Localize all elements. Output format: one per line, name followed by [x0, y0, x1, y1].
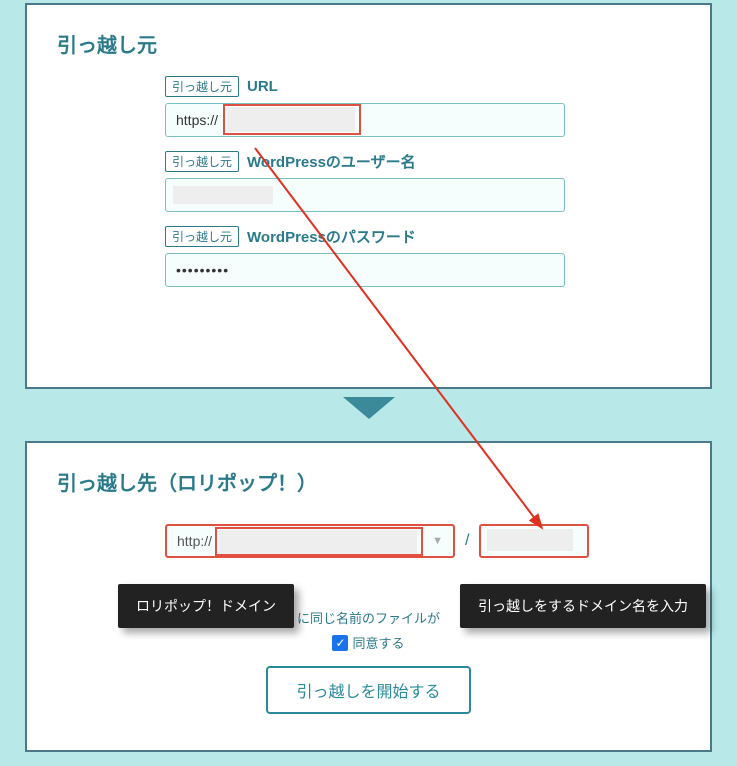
- start-migration-button[interactable]: 引っ越しを開始する: [266, 666, 470, 714]
- source-panel: 引っ越し元 引っ越し元 URL 引っ越し元 WordPressのユーザー名 引っ…: [25, 3, 712, 389]
- source-user-field: 引っ越し元 WordPressのユーザー名: [165, 151, 680, 212]
- dest-domain-value: http://: [177, 533, 212, 549]
- source-user-label: WordPressのユーザー名: [247, 151, 416, 172]
- source-url-field: 引っ越し元 URL: [165, 76, 680, 137]
- source-tag-2: 引っ越し元: [165, 151, 239, 172]
- flow-arrow: [3, 397, 734, 429]
- source-tag: 引っ越し元: [165, 76, 239, 97]
- chevron-down-icon: [343, 397, 395, 419]
- caret-down-icon: ▼: [432, 535, 443, 547]
- redaction-domain: [219, 530, 417, 554]
- source-tag-3: 引っ越し元: [165, 226, 239, 247]
- source-url-label: URL: [247, 78, 278, 95]
- source-pass-label: WordPressのパスワード: [247, 226, 416, 247]
- callout-subdir: 引っ越しをするドメイン名を入力: [460, 584, 706, 628]
- dest-domain-row: http:// ▼ /: [165, 524, 680, 558]
- consent-partial-text: に同じ名前のファイルが: [297, 608, 440, 627]
- source-title: 引っ越し元: [57, 29, 680, 58]
- redaction-user: [173, 186, 273, 204]
- dest-title: 引っ越し先（ロリポップ！）: [57, 467, 680, 496]
- consent-label: 同意する: [352, 633, 404, 652]
- source-pass-input[interactable]: [165, 253, 565, 287]
- callout-domain: ロリポップ！ドメイン: [118, 584, 294, 628]
- source-url-input[interactable]: [165, 103, 565, 137]
- redaction-url: [227, 107, 355, 132]
- path-separator: /: [463, 532, 471, 550]
- dest-domain-select[interactable]: http:// ▼: [165, 524, 455, 558]
- redaction-subdir: [487, 529, 573, 551]
- consent-checkbox[interactable]: ✓: [332, 635, 348, 651]
- source-pass-field: 引っ越し元 WordPressのパスワード: [165, 226, 680, 287]
